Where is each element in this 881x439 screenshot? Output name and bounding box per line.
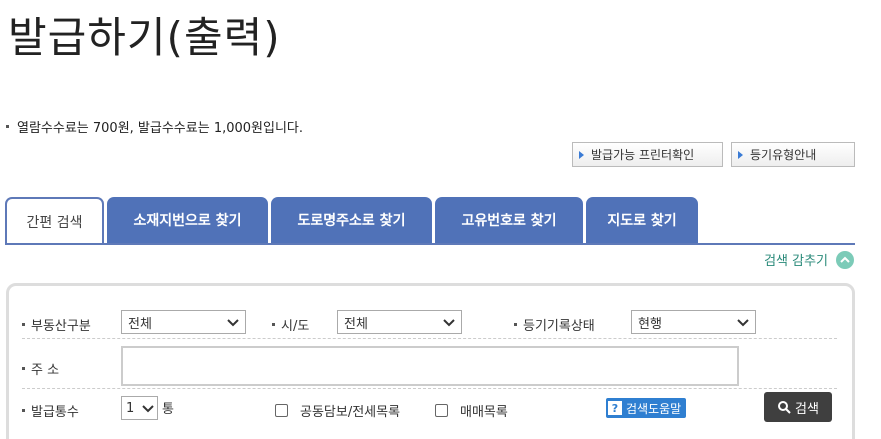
tab-underline [5,243,855,245]
divider [22,388,837,389]
tab-map-search[interactable]: 지도로 찾기 [586,197,698,243]
record-status-label-text: 등기기록상태 [523,319,595,334]
copies-unit: 통 [162,398,174,417]
divider [22,338,837,339]
tab-unique-number-search[interactable]: 고유번호로 찾기 [435,197,583,243]
joint-collateral-option: 공동담보/전세목록 [275,401,400,420]
row-property-type: 부동산구분 [22,315,91,334]
bullet-icon [22,409,25,412]
joint-collateral-checkbox[interactable] [275,404,288,417]
search-button[interactable]: 검색 [764,392,832,422]
row-record-status: 등기기록상태 [514,315,595,334]
registry-type-guide-label: 등기유형안내 [750,148,817,162]
property-type-select[interactable]: 전체 [121,310,246,334]
record-status-label: 등기기록상태 [514,315,595,334]
property-type-label: 부동산구분 [22,315,91,334]
bullet-icon [22,323,25,326]
sale-list-label: 매매목록 [460,405,508,420]
hide-search-label: 검색 감추기 [764,254,828,269]
sido-label-text: 시/도 [281,319,310,334]
address-label: 주 소 [22,359,59,378]
chevron-down-icon [443,319,455,327]
printer-check-button[interactable]: 발급가능 프린터확인 [572,142,723,167]
copies-label-text: 발급통수 [31,405,79,420]
top-button-group: 발급가능 프린터확인 등기유형안내 [572,142,855,167]
copies-label: 발급통수 [22,401,79,420]
copies-value: 1 [126,400,135,416]
sale-list-option: 매매목록 [435,401,508,420]
copies-unit-text: 통 [162,402,174,417]
chevron-down-icon [737,319,749,327]
property-type-label-text: 부동산구분 [31,319,91,334]
bullet-icon [6,125,9,128]
tab-road-address-search[interactable]: 도로명주소로 찾기 [271,197,432,243]
property-type-value: 전체 [128,316,152,332]
question-icon: ? [608,401,622,415]
record-status-value: 현행 [638,316,662,332]
copies-select[interactable]: 1 [121,396,158,420]
bullet-icon [272,323,275,326]
record-status-select[interactable]: 현행 [631,310,756,334]
chevron-down-icon [227,319,239,327]
arrow-right-icon [579,150,584,159]
search-tabs: 간편 검색 소재지번으로 찾기 도로명주소로 찾기 고유번호로 찾기 지도로 찾… [5,197,698,245]
registry-type-guide-button[interactable]: 등기유형안내 [731,142,855,167]
printer-check-label: 발급가능 프린터확인 [591,148,695,162]
page-title: 발급하기(출력) [8,13,281,62]
fee-notice: 열람수수료는 700원, 발급수수료는 1,000원입니다. [6,117,303,136]
address-label-text: 주 소 [31,363,60,378]
hide-search-toggle[interactable]: 검색 감추기 [764,250,854,269]
joint-collateral-label: 공동담보/전세목록 [300,405,401,420]
bullet-icon [514,323,517,326]
sido-value: 전체 [344,316,368,332]
row-copies: 발급통수 [22,401,79,420]
row-address: 주 소 [22,359,59,378]
chevron-up-icon [836,250,854,269]
search-help-button[interactable]: ? 검색도움말 [606,398,687,418]
sale-list-checkbox[interactable] [435,404,448,417]
search-form-panel: 부동산구분 전체 시/도 전체 등기기록상태 현행 주 소 발급통수 1 통 공… [6,283,855,439]
search-icon [778,401,791,414]
bullet-icon [22,367,25,370]
address-input[interactable] [121,346,739,386]
arrow-right-icon [738,150,743,159]
sido-select[interactable]: 전체 [337,310,462,334]
row-sido: 시/도 [272,315,309,334]
search-button-label: 검색 [795,401,819,417]
search-help-label: 검색도움말 [626,401,682,416]
fee-notice-text: 열람수수료는 700원, 발급수수료는 1,000원입니다. [17,121,304,136]
tab-lot-number-search[interactable]: 소재지번으로 찾기 [107,197,268,243]
chevron-down-icon [142,405,154,413]
sido-label: 시/도 [272,315,309,334]
tab-simple-search[interactable]: 간편 검색 [5,197,104,245]
